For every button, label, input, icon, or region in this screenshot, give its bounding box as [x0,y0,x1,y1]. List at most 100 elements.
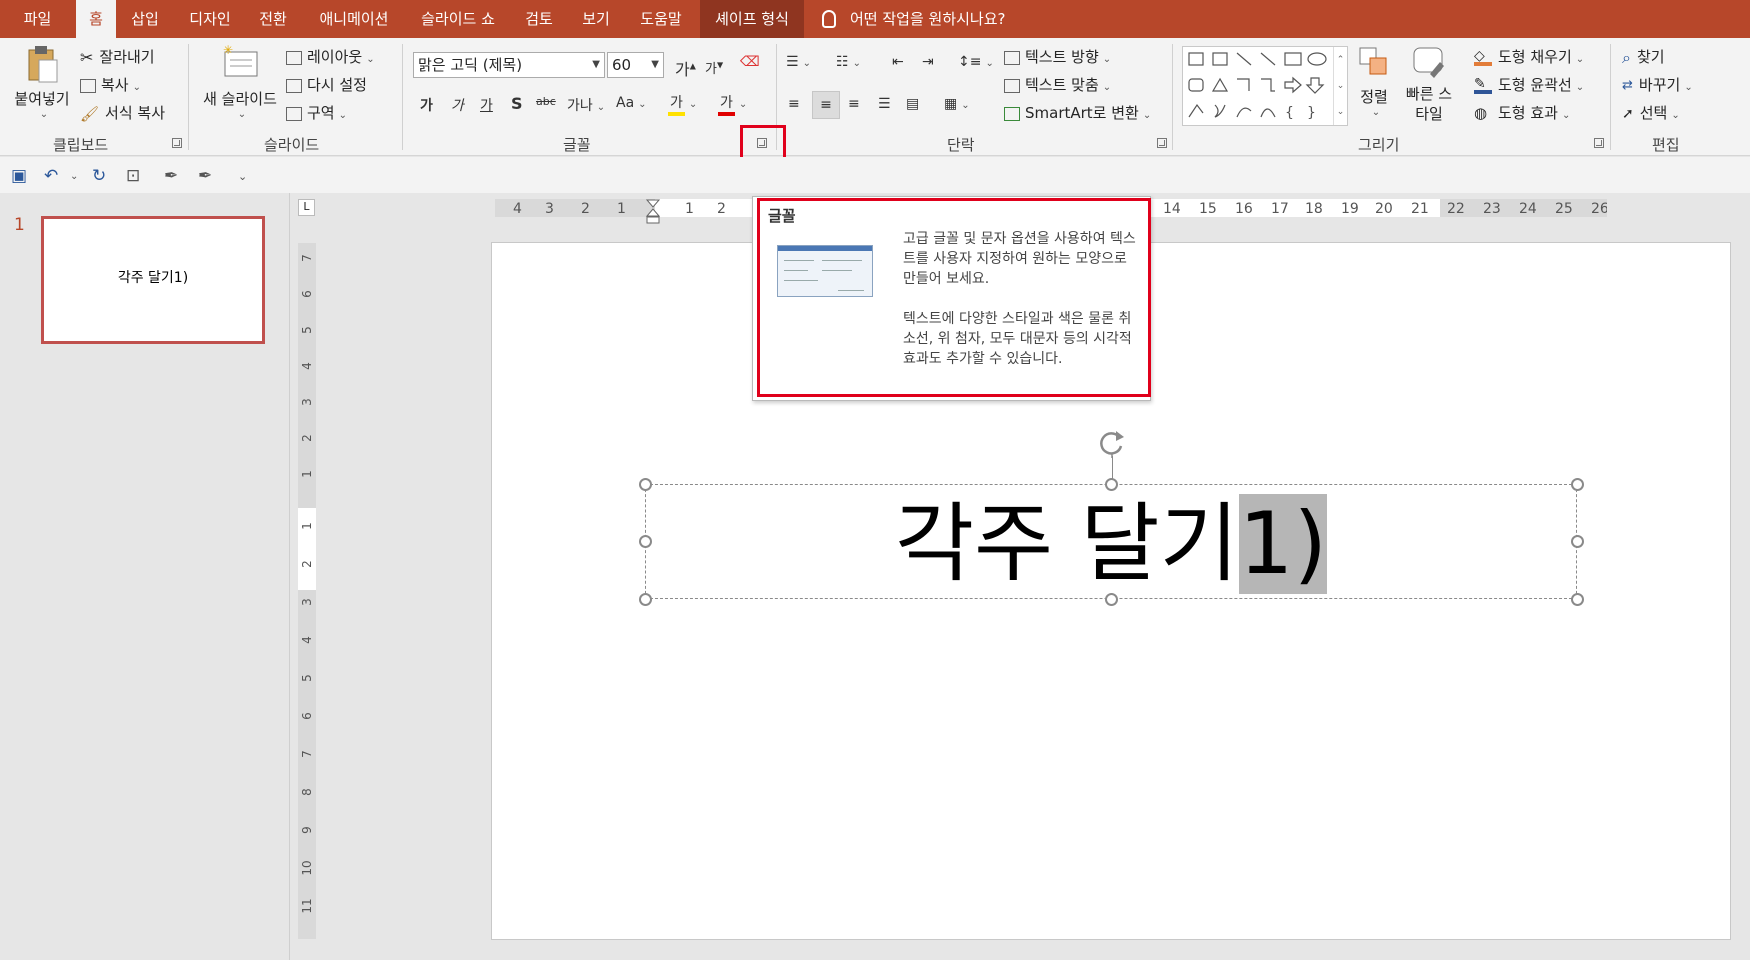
shrink-font-button[interactable]: 가▼ [705,58,723,77]
strikethrough-button[interactable]: abc [536,95,556,108]
undo-dropdown-icon[interactable]: ⌄ [70,171,78,182]
smartart-button[interactable]: SmartArt로 변환 ⌄ [1004,102,1151,123]
columns-button[interactable]: ▦ ⌄ [944,96,970,112]
shape-outline-button[interactable]: ✎ 도형 윤곽선 ⌄ [1474,74,1584,95]
tab-file[interactable]: 파일 [10,0,65,38]
bold-button[interactable]: 가 [420,95,433,115]
resize-handle-bottom-right[interactable] [1571,593,1584,606]
change-case-button[interactable]: Aa ⌄ [616,95,647,111]
section-button[interactable]: 구역 ⌄ [286,102,347,123]
shapes-gallery-icon: {} [1188,52,1327,121]
text-direction-button[interactable]: 텍스트 방향 ⌄ [1004,46,1111,67]
eyedropper-icon[interactable]: ✒ [198,166,212,186]
quick-access-toolbar: ▣ ↶ ⌄ ↻ ⊡ ✒ ✒ ⌄ [0,157,1750,193]
arrange-button[interactable]: 정렬 ⌄ [1354,44,1394,118]
decrease-indent-button[interactable]: ⇤ [892,54,904,70]
tab-transitions[interactable]: 전환 [248,0,298,38]
ruler-tick-label: 22 [1447,201,1465,217]
resize-handle-bottom[interactable] [1105,593,1118,606]
tab-review[interactable]: 검토 [514,0,564,38]
distributed-button[interactable]: ▤ [906,96,919,112]
slide-thumbnail[interactable]: 각주 달기1) [41,216,265,344]
resize-handle-top-left[interactable] [639,478,652,491]
numbering-button[interactable]: ☷ ⌄ [836,54,861,70]
shape-effects-label: 도형 효과 [1498,104,1558,122]
smartart-label: SmartArt로 변환 [1025,104,1139,122]
find-button[interactable]: ⌕ 찾기 [1622,46,1665,68]
resize-handle-bottom-left[interactable] [639,593,652,606]
font-size-combo[interactable]: 60 ▼ [607,52,664,78]
paste-button[interactable]: 붙여넣기 ⌄ [10,44,74,124]
new-slide-button[interactable]: ✳ 새 슬라이드 ⌄ [198,44,282,120]
ruler-tick-label: 24 [1519,201,1537,217]
underline-button[interactable]: 가 [480,95,493,115]
vertical-ruler[interactable]: 7 6 5 4 3 2 1 1 2 3 4 5 6 7 8 9 10 11 [298,243,316,939]
resize-handle-right[interactable] [1571,535,1584,548]
shape-effects-button[interactable]: ◍ 도형 효과 ⌄ [1474,102,1570,123]
customize-qat-icon[interactable]: ⌄ [238,170,247,183]
tab-insert[interactable]: 삽입 [120,0,170,38]
clipboard-launcher-icon[interactable] [172,138,182,148]
format-painter-button[interactable]: 🖌 서식 복사 [80,102,165,123]
bullets-button[interactable]: ☰ ⌄ [786,54,811,70]
slide-title[interactable]: 각주 달기1) [646,494,1576,594]
start-slideshow-icon[interactable]: ⊡ [126,166,140,186]
indent-marker-icon[interactable] [646,199,660,225]
chevron-down-icon: ⌄ [1102,54,1112,65]
tab-animations[interactable]: 애니메이션 [306,0,402,38]
rotate-handle-icon[interactable] [1097,428,1127,458]
redo-icon[interactable]: ↻ [92,166,106,186]
tab-help[interactable]: 도움말 [628,0,694,38]
tab-home[interactable]: 홈 [76,0,116,38]
save-icon[interactable]: ▣ [11,166,27,186]
bullets-icon: ☰ [786,54,799,70]
smartart-icon [1004,106,1020,121]
layout-button[interactable]: 레이아웃 ⌄ [286,46,375,67]
tab-shape-format[interactable]: 셰이프 형식 [700,0,804,38]
cut-label: 잘라내기 [99,48,155,66]
copy-button[interactable]: 복사 ⌄ [80,74,141,95]
tab-view[interactable]: 보기 [570,0,622,38]
font-color-button[interactable]: 가 ⌄ [718,92,747,116]
font-name-combo[interactable]: 맑은 고딕 (제목) ▼ [413,52,605,78]
tell-me-search[interactable]: 어떤 작업을 원하시나요? [822,0,1006,38]
resize-handle-top[interactable] [1105,478,1118,491]
shadow-button[interactable]: S [511,94,523,113]
increase-indent-button[interactable]: ⇥ [922,54,934,70]
align-right-button[interactable]: ≡ [848,96,860,112]
align-text-button[interactable]: 텍스트 맞춤 ⌄ [1004,74,1111,95]
resize-handle-top-right[interactable] [1571,478,1584,491]
ruler-tick-label: 7 [300,750,314,758]
justify-button[interactable]: ☰ [878,96,891,112]
svg-text:✳: ✳ [223,44,233,57]
select-button[interactable]: ➚ 선택 ⌄ [1622,102,1680,123]
italic-button[interactable]: 가 [451,95,464,115]
align-left-button[interactable]: ≡ [788,96,800,112]
resize-handle-left[interactable] [639,535,652,548]
eyedropper-icon[interactable]: ✒ [164,166,178,186]
cut-button[interactable]: ✂ 잘라내기 [80,46,155,67]
drawing-launcher-icon[interactable] [1594,138,1604,148]
clear-formatting-button[interactable]: ⌫ [740,54,760,70]
replace-button[interactable]: ⇄ 바꾸기 ⌄ [1622,74,1693,95]
tab-selector[interactable]: L [298,199,315,216]
align-center-button[interactable]: ≡ [812,91,840,119]
tab-design[interactable]: 디자인 [178,0,242,38]
reset-button[interactable]: 다시 설정 [286,74,367,95]
ruler-tick-label: 4 [300,636,314,644]
divider [1610,44,1611,150]
character-spacing-button[interactable]: 가나 ⌄ [567,95,605,115]
gallery-scroll[interactable]: ⌃ ⌄ ⌄ [1333,47,1347,125]
grow-font-button[interactable]: 가▲ [675,56,696,80]
paragraph-launcher-icon[interactable] [1157,138,1167,148]
tab-slideshow[interactable]: 슬라이드 쇼 [408,0,508,38]
line-spacing-button[interactable]: ↕≡ ⌄ [958,54,994,70]
title-textbox[interactable]: 각주 달기1) [645,484,1577,599]
highlight-color-button[interactable]: 가 ⌄ [668,92,697,116]
slides-group-label: 슬라이드 [264,136,320,154]
quick-styles-button[interactable]: 빠른 스타일 [1398,44,1460,124]
shape-fill-button[interactable]: ◇ 도형 채우기 ⌄ [1474,46,1584,67]
svg-text:{: { [1285,105,1294,121]
undo-icon[interactable]: ↶ [44,166,58,186]
shapes-gallery[interactable]: {} ⌃ ⌄ ⌄ [1182,46,1348,126]
